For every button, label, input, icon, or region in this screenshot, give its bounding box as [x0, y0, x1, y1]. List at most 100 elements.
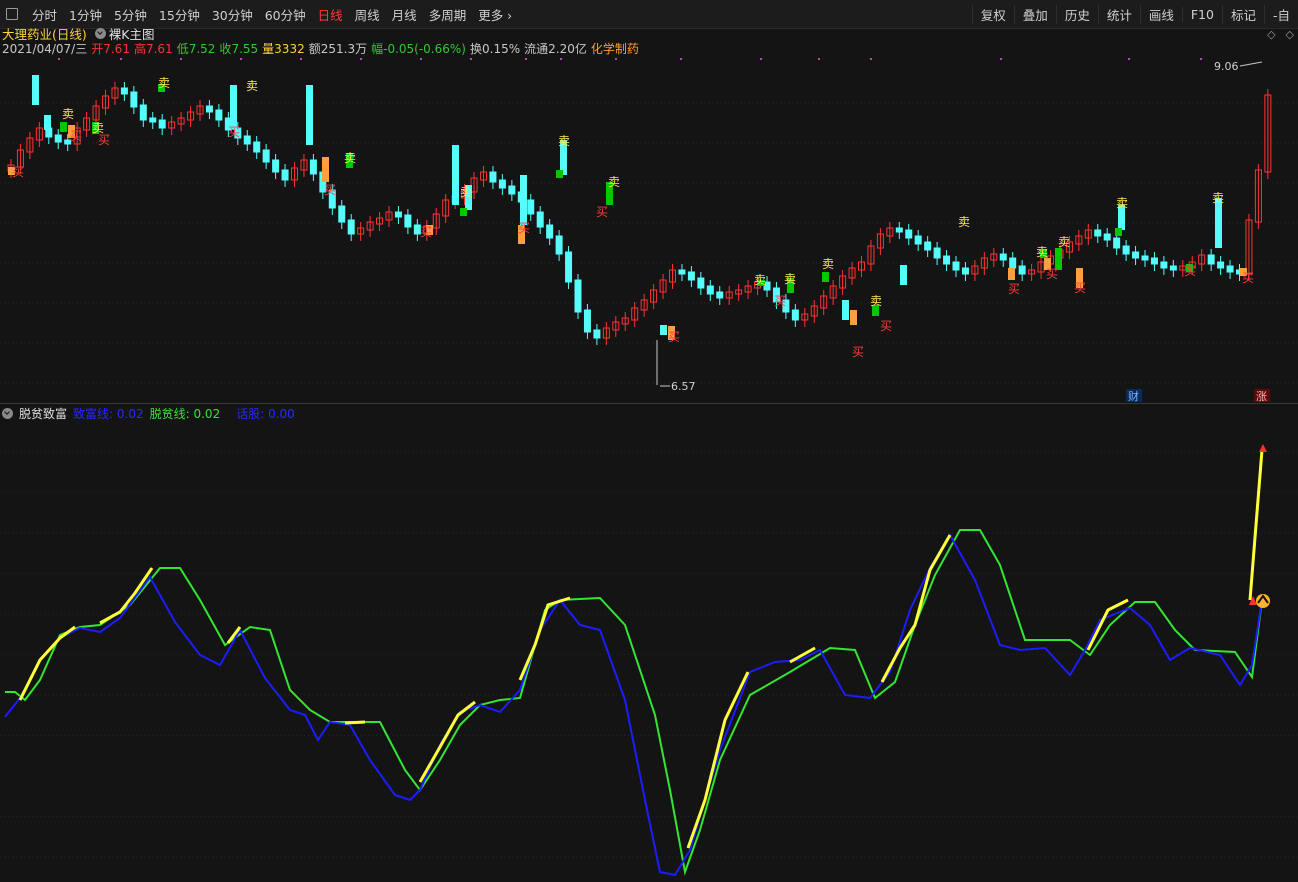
candle-body — [1018, 265, 1026, 275]
candle-body — [149, 117, 157, 123]
volume-spike — [44, 115, 51, 130]
candle-body — [574, 279, 582, 313]
candle-body — [1132, 251, 1140, 259]
signal-label: 买 — [774, 294, 786, 308]
candle-body — [120, 87, 128, 95]
volume-spike — [306, 85, 313, 145]
candle-body — [961, 267, 969, 275]
volume-spike — [660, 325, 667, 335]
candle-body — [593, 329, 601, 339]
marker-dot — [240, 58, 242, 60]
signal-label: 卖 — [158, 76, 170, 90]
signal-label: 买 — [1046, 267, 1058, 281]
finance-badge: 财 — [1128, 389, 1139, 403]
marker-dot — [300, 58, 302, 60]
signal-label: 卖 — [62, 107, 74, 121]
line1-label: 致富线: — [73, 406, 114, 421]
signal-label: 买 — [1008, 282, 1020, 296]
marker-dot — [360, 58, 362, 60]
candle-body — [1141, 255, 1149, 261]
marker-dot — [680, 58, 682, 60]
marker-dot — [525, 58, 527, 60]
highlight-segment — [99, 567, 154, 625]
highlight-segment — [789, 646, 816, 664]
min-price-label: 6.57 — [671, 380, 696, 393]
candle-body — [1150, 257, 1158, 265]
indicator-name[interactable]: 脱贫致富 — [19, 405, 67, 422]
candle-body — [895, 227, 903, 233]
candle-body — [1160, 261, 1168, 269]
candle-body — [1094, 229, 1102, 237]
highlight-segment — [686, 671, 750, 849]
marker-dot — [870, 58, 872, 60]
signal-label: 卖 — [460, 185, 472, 199]
highlight-segment — [1086, 598, 1129, 651]
up-arrow-icon — [1249, 596, 1257, 605]
max-price-label: 9.06 — [1214, 60, 1239, 73]
buy-bar — [850, 310, 857, 325]
signal-label: 卖 — [870, 294, 882, 308]
signal-label: 买 — [324, 183, 336, 197]
line1-value: 0.02 — [116, 406, 144, 421]
highlight-segment — [1248, 449, 1264, 601]
marker-dot — [615, 58, 617, 60]
candle-body — [130, 91, 138, 108]
candle-body — [791, 309, 799, 321]
candle-body — [678, 269, 686, 275]
candle-body — [215, 109, 223, 121]
candle-body — [527, 199, 535, 215]
max-arrow — [1239, 61, 1263, 67]
candle-body — [914, 235, 922, 245]
chevron-down-icon[interactable] — [2, 407, 13, 419]
candle-body — [1226, 265, 1234, 273]
candle-body — [1103, 233, 1111, 241]
candle-body — [536, 211, 544, 228]
signal-label: 买 — [228, 125, 240, 139]
candle-body — [498, 179, 506, 189]
signal-label: 卖 — [1036, 245, 1048, 259]
candle-body — [1009, 257, 1017, 269]
signal-label: 卖 — [754, 273, 766, 287]
candle-body — [338, 205, 346, 223]
highlight-segment — [18, 625, 76, 701]
signal-label: 卖 — [344, 151, 356, 165]
signal-label: 卖 — [1116, 196, 1128, 210]
candle-body — [54, 134, 62, 143]
candle-body — [1207, 254, 1215, 265]
candle-body — [933, 247, 941, 259]
kline-chart[interactable]: 卖卖卖 卖卖卖卖卖卖 卖卖卖卖卖卖卖 卖买买 买买买买 买买买买买买买买买买 买9.066.… — [0, 0, 1298, 403]
highlight-segment — [880, 534, 952, 683]
candle-body — [281, 169, 289, 181]
volume-spike — [452, 145, 459, 205]
sell-bar — [1115, 228, 1122, 236]
candle-body — [404, 214, 412, 228]
signal-label: 买 — [1184, 264, 1196, 278]
signal-label: 卖 — [608, 175, 620, 189]
candle-body — [1217, 261, 1225, 269]
candle-body — [546, 224, 554, 239]
signal-label: 买 — [1242, 271, 1254, 285]
indicator-header: 脱贫致富 致富线: 0.02 脱贫线: 0.02 话股: 0.00 — [2, 405, 295, 421]
marker-dot — [180, 58, 182, 60]
slow-line — [5, 529, 1263, 876]
candle-body — [508, 185, 516, 195]
signal-label: 买 — [12, 165, 24, 179]
marker-dot — [58, 58, 60, 60]
marker-dot — [1200, 58, 1202, 60]
signal-label: 卖 — [246, 79, 258, 93]
volume-spike — [1215, 198, 1222, 248]
candle-body — [687, 271, 695, 281]
sell-bar — [460, 208, 467, 216]
candle-body — [205, 105, 213, 113]
signal-label: 买 — [596, 205, 608, 219]
marker-dot — [560, 58, 562, 60]
candle-body — [999, 253, 1007, 261]
candle-body — [243, 135, 251, 145]
line3-label: 话股: — [236, 406, 265, 421]
up-chevron-icon — [1257, 594, 1269, 604]
signal-label: 买 — [70, 129, 82, 143]
buy-bar — [322, 157, 329, 182]
candle-body — [139, 104, 147, 121]
buy-bar — [1008, 268, 1015, 280]
candle-body — [394, 211, 402, 218]
